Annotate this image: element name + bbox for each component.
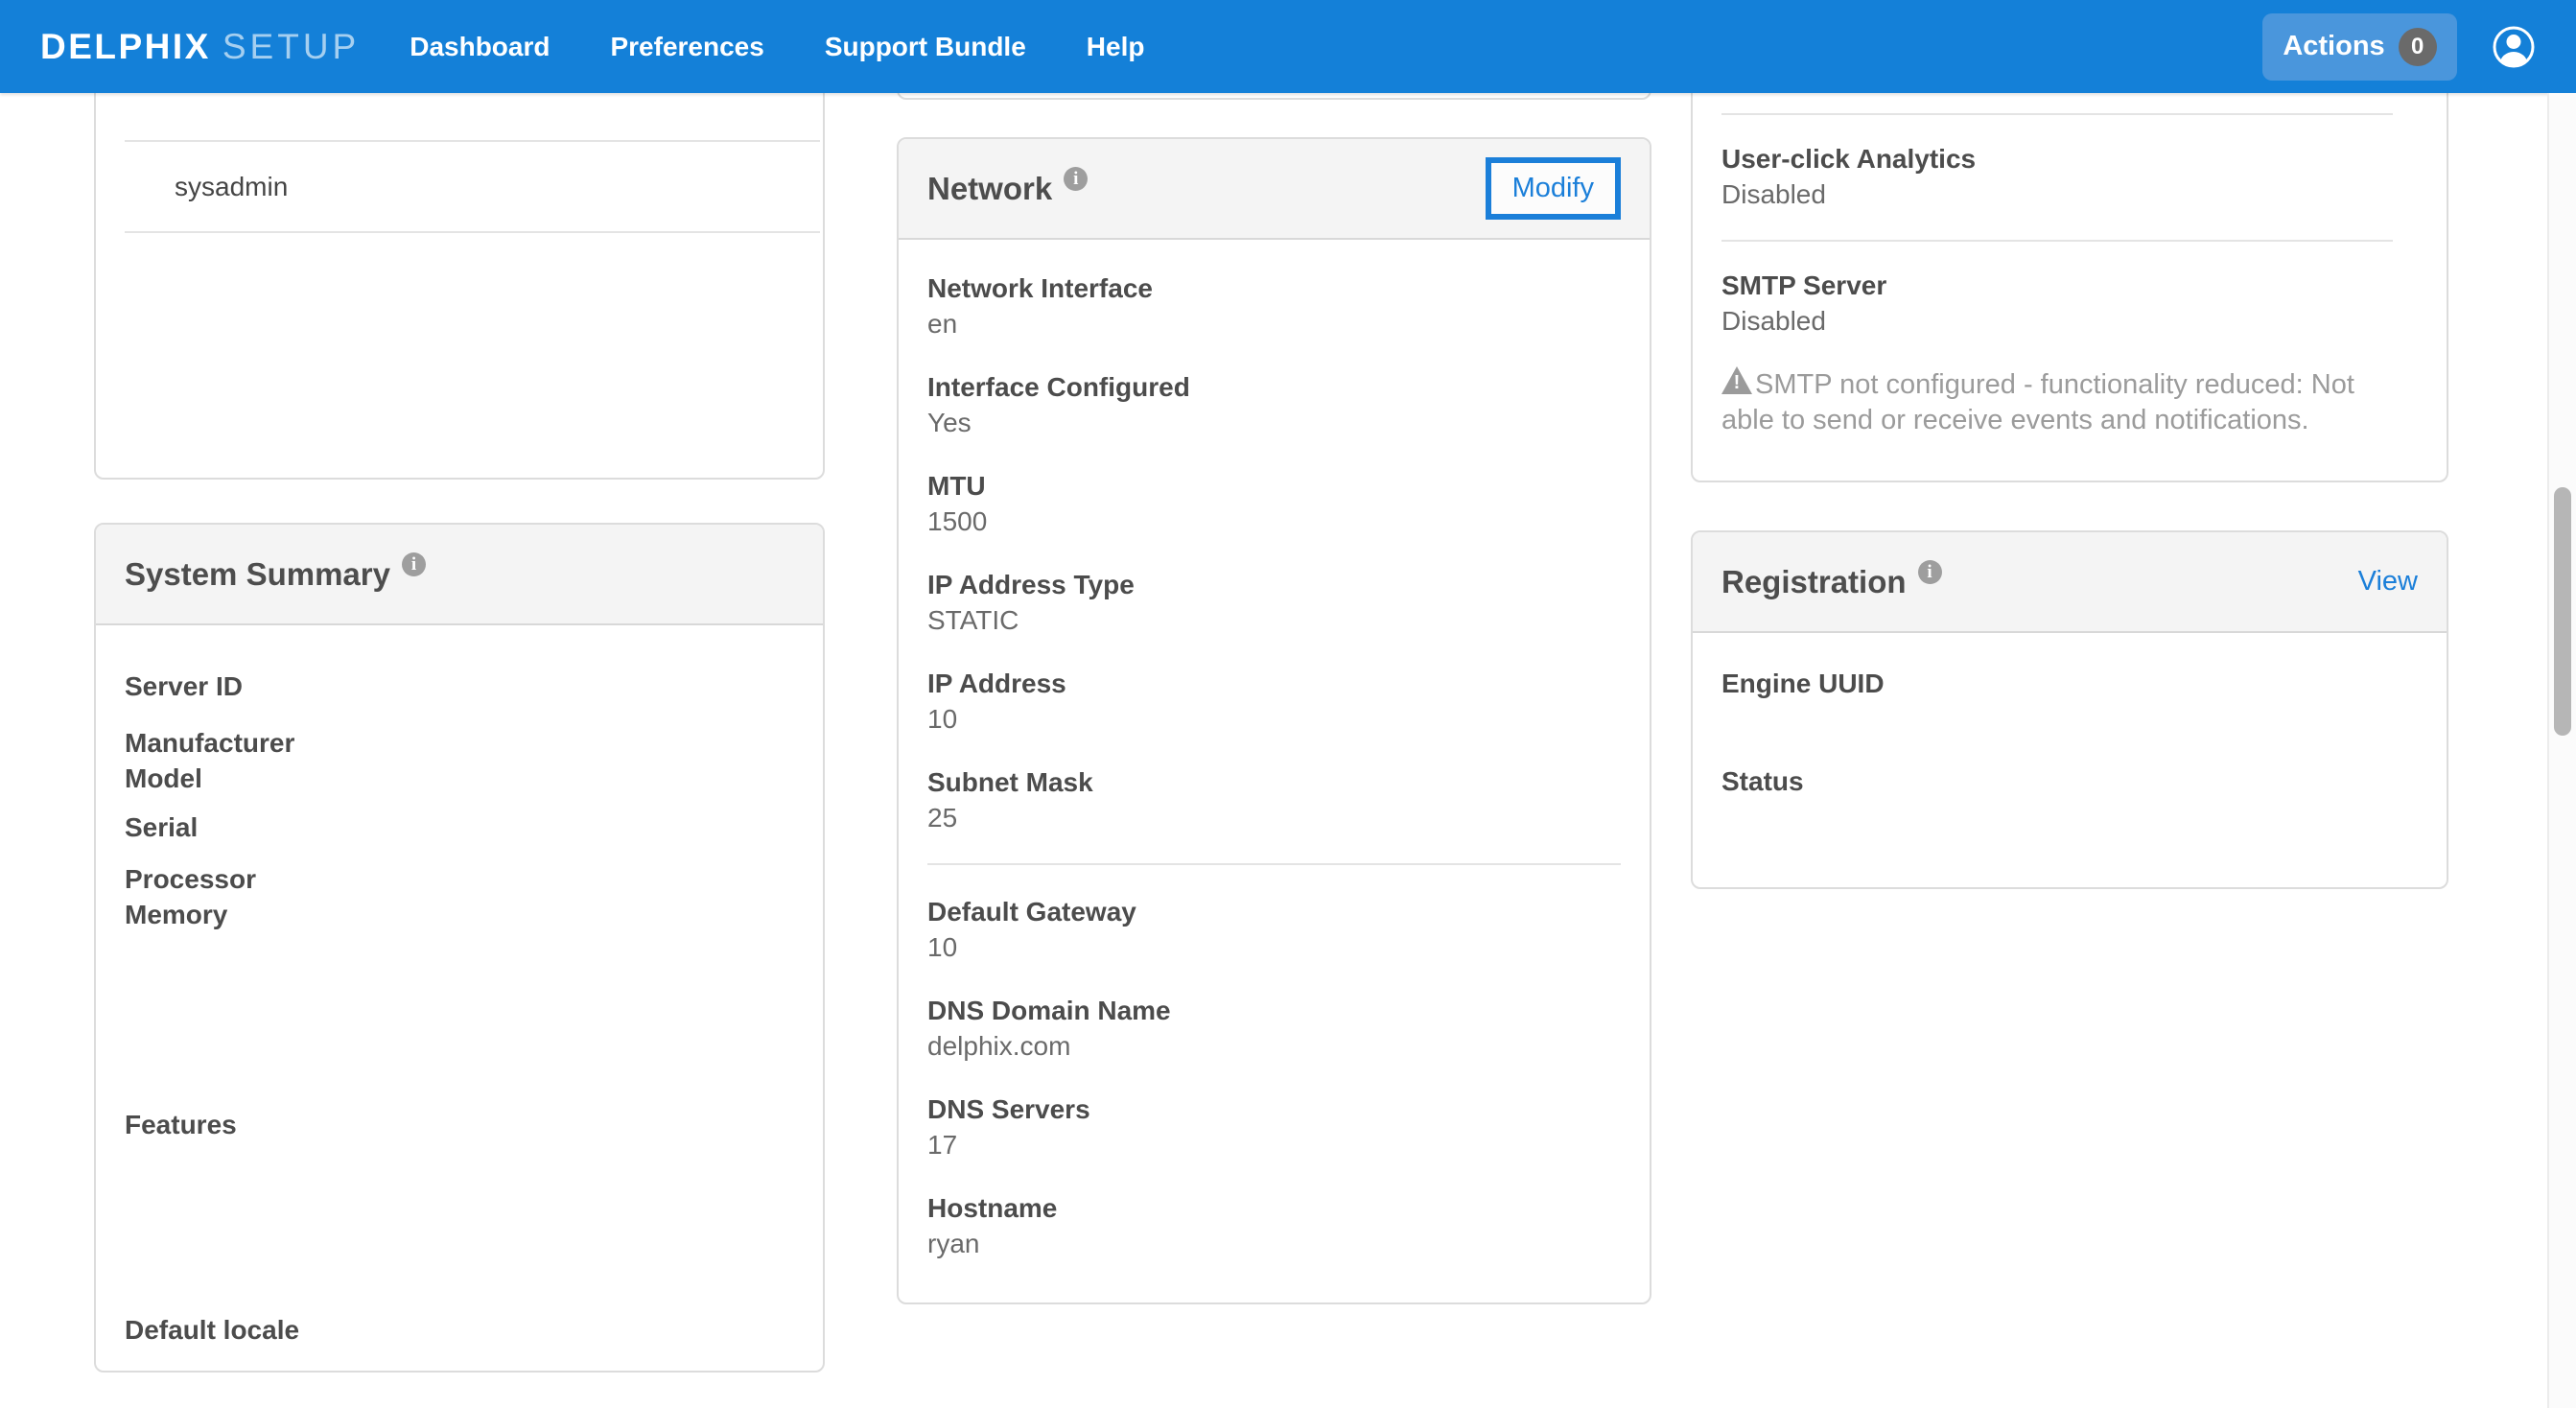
user-avatar-icon[interactable] bbox=[2492, 25, 2536, 69]
registration-title-text: Registration bbox=[1721, 564, 1907, 600]
field-user-click-analytics: User-click Analytics Disabled bbox=[1721, 141, 2418, 212]
actions-count-badge: 0 bbox=[2399, 28, 2437, 66]
system-summary-card: System Summary i Server ID Manufacturer … bbox=[94, 523, 825, 1373]
field-server-id: Server ID bbox=[125, 669, 794, 704]
smtp-warning-text: SMTP not configured - functionality redu… bbox=[1721, 369, 2354, 435]
registration-title: Registration i bbox=[1721, 564, 1942, 600]
field-smtp-server: SMTP Server Disabled bbox=[1721, 268, 2418, 339]
system-services-card: User-click Analytics Disabled SMTP Serve… bbox=[1691, 67, 2448, 482]
field-default-locale: Default locale bbox=[125, 1312, 794, 1348]
registration-card: Registration i View Engine UUID Status bbox=[1691, 530, 2448, 889]
nav-item-preferences[interactable]: Preferences bbox=[610, 0, 763, 93]
network-title-text: Network bbox=[927, 171, 1052, 207]
registration-body: Engine UUID Status bbox=[1693, 633, 2447, 799]
logo-primary: DELPHIX bbox=[40, 27, 211, 67]
main-nav: Dashboard Preferences Support Bundle Hel… bbox=[410, 0, 1144, 93]
actions-button-label: Actions bbox=[2283, 31, 2384, 62]
field-interface-configured: Interface Configured Yes bbox=[927, 369, 1621, 440]
divider bbox=[1721, 240, 2393, 242]
field-dns-domain-name: DNS Domain Name delphix.com bbox=[927, 993, 1621, 1064]
network-body: Network Interface en Interface Configure… bbox=[899, 240, 1650, 1261]
smtp-warning-message: SMTP not configured - functionality redu… bbox=[1721, 366, 2407, 438]
field-engine-uuid: Engine UUID bbox=[1721, 666, 2418, 701]
delphix-setup-logo[interactable]: DELPHIX SETUP bbox=[40, 27, 360, 67]
users-card: sysadmin bbox=[94, 67, 825, 480]
field-subnet-mask: Subnet Mask 25 bbox=[927, 764, 1621, 835]
nav-item-dashboard[interactable]: Dashboard bbox=[410, 0, 550, 93]
actions-button[interactable]: Actions 0 bbox=[2262, 13, 2457, 81]
network-modify-button[interactable]: Modify bbox=[1486, 157, 1621, 220]
nav-item-support-bundle[interactable]: Support Bundle bbox=[825, 0, 1026, 93]
field-model: Model bbox=[125, 761, 794, 796]
field-features: Features bbox=[125, 1107, 794, 1142]
network-header: Network i Modify bbox=[899, 139, 1650, 240]
field-processor: Processor bbox=[125, 861, 794, 897]
info-icon[interactable]: i bbox=[1064, 167, 1088, 191]
nav-item-help[interactable]: Help bbox=[1087, 0, 1145, 93]
warning-icon bbox=[1721, 366, 1752, 394]
field-ip-address: IP Address 10 bbox=[927, 666, 1621, 737]
field-ip-address-type: IP Address Type STATIC bbox=[927, 567, 1621, 638]
logo-secondary: SETUP bbox=[222, 27, 360, 67]
divider bbox=[927, 863, 1621, 865]
registration-header: Registration i View bbox=[1693, 532, 2447, 633]
divider bbox=[1721, 113, 2393, 115]
field-default-gateway: Default Gateway 10 bbox=[927, 894, 1621, 965]
field-dns-servers: DNS Servers 17 bbox=[927, 1091, 1621, 1162]
navbar-right: Actions 0 bbox=[2262, 13, 2536, 81]
network-card: Network i Modify Network Interface en In… bbox=[897, 137, 1651, 1304]
info-icon[interactable]: i bbox=[402, 552, 426, 576]
system-summary-title: System Summary i bbox=[125, 556, 426, 593]
field-serial: Serial bbox=[125, 810, 794, 845]
info-icon[interactable]: i bbox=[1918, 560, 1942, 584]
field-hostname: Hostname ryan bbox=[927, 1190, 1621, 1261]
scrollbar-thumb[interactable] bbox=[2554, 487, 2571, 736]
field-status: Status bbox=[1721, 763, 2418, 799]
registration-view-link[interactable]: View bbox=[2358, 566, 2418, 598]
field-manufacturer: Manufacturer bbox=[125, 725, 794, 761]
system-summary-header: System Summary i bbox=[96, 525, 823, 625]
top-navbar: DELPHIX SETUP Dashboard Preferences Supp… bbox=[0, 0, 2576, 93]
field-mtu: MTU 1500 bbox=[927, 468, 1621, 539]
delphix-setup-page: DELPHIX SETUP Dashboard Preferences Supp… bbox=[0, 0, 2576, 1408]
divider bbox=[125, 231, 820, 233]
system-summary-title-text: System Summary bbox=[125, 556, 390, 593]
network-title: Network i bbox=[927, 171, 1088, 207]
field-network-interface: Network Interface en bbox=[927, 270, 1621, 341]
field-memory: Memory bbox=[125, 897, 794, 932]
system-summary-body: Server ID Manufacturer Model Serial Proc… bbox=[96, 625, 823, 1348]
user-row-sysadmin[interactable]: sysadmin bbox=[96, 142, 823, 231]
scrollbar-track[interactable] bbox=[2547, 93, 2576, 1408]
